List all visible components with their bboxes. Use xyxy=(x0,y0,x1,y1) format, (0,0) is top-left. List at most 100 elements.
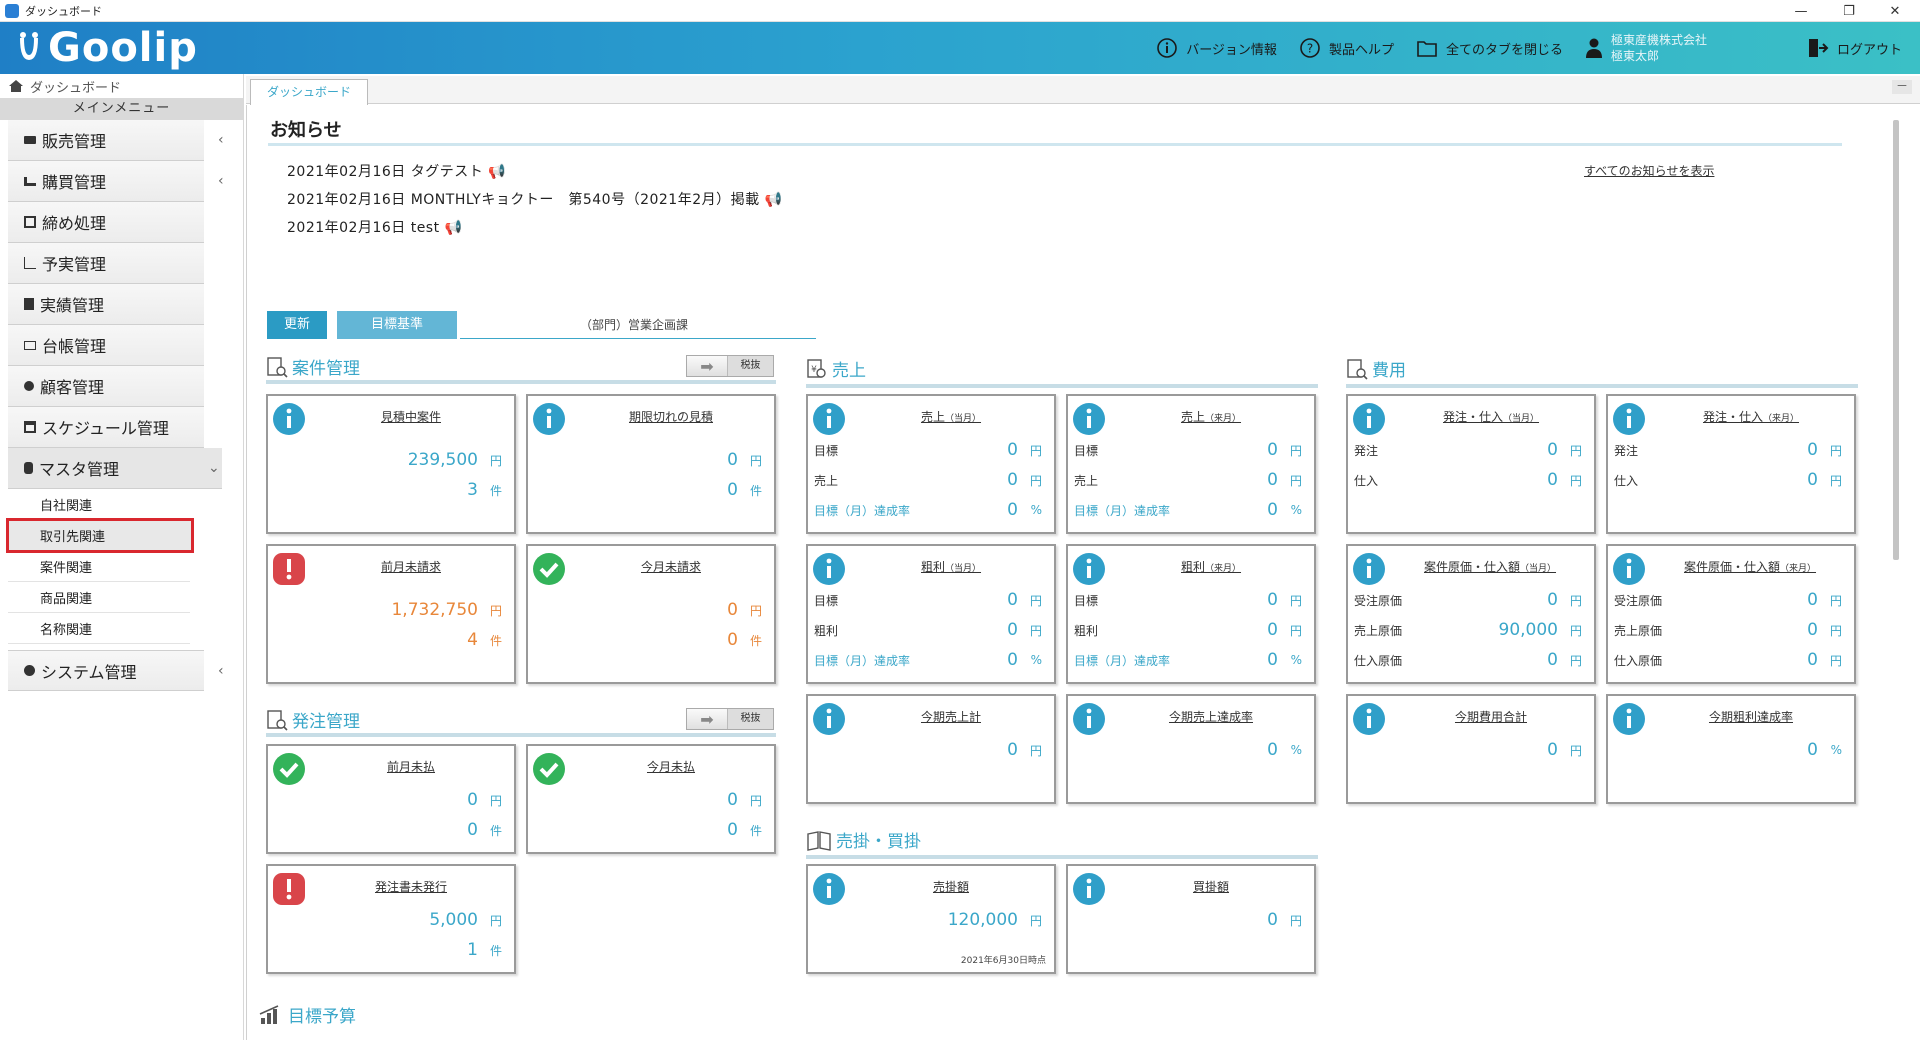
refresh-button[interactable]: 更新 xyxy=(267,311,327,339)
card-period-sales-total[interactable]: 今期売上計 0円 xyxy=(806,694,1056,804)
row-label: 受注原価 xyxy=(1354,593,1403,608)
news-item[interactable]: 2021年02月16日 MONTHLYキョクトー 第540号（2021年2月）掲… xyxy=(287,189,783,209)
card-this-month-unpaid[interactable]: 今月未払 0円 0件 xyxy=(526,744,776,854)
row-label: 発注 xyxy=(1614,443,1639,458)
version-info-button[interactable]: バージョン情報 xyxy=(1156,37,1277,59)
value: 0 xyxy=(1267,470,1278,490)
card-last-month-unbilled[interactable]: 前月未請求 1,732,750 円 4件 xyxy=(266,544,516,684)
card-title[interactable]: 売上（当月） xyxy=(858,408,1044,425)
card-period-sales-achievement[interactable]: 今期売上達成率 0% xyxy=(1066,694,1316,804)
value: 0 xyxy=(1807,650,1818,670)
card-title[interactable]: 今月未払 xyxy=(578,758,764,775)
unit: 円 xyxy=(1569,473,1582,488)
sidebar-subitem-names[interactable]: 名称関連 xyxy=(8,613,190,644)
alert-icon xyxy=(273,553,305,585)
close-window-button[interactable]: ✕ xyxy=(1872,0,1918,22)
card-period-expense-total[interactable]: 今期費用合計 0円 xyxy=(1346,694,1596,804)
product-help-button[interactable]: ? 製品ヘルプ xyxy=(1299,37,1394,59)
card-orders-purchases-next-month[interactable]: 発注・仕入（来月） 発注 0 円 仕入 0 円 xyxy=(1606,394,1856,534)
goolip-logo[interactable]: Goolip xyxy=(14,25,198,71)
sidebar-dashboard-link[interactable]: ダッシュボード xyxy=(0,74,243,98)
product-help-label: 製品ヘルプ xyxy=(1328,42,1394,58)
sidebar-subitem-company[interactable]: 自社関連 xyxy=(8,489,190,520)
card-title[interactable]: 売上（来月） xyxy=(1118,408,1304,425)
card-title[interactable]: 見積中案件 xyxy=(318,408,504,425)
card-title[interactable]: 前月未払 xyxy=(318,758,504,775)
card-title[interactable]: 買掛額 xyxy=(1118,878,1304,895)
card-project-cost-next-month[interactable]: 案件原価・仕入額（来月） 受注原価 0 円 売上原価 0 円 仕入原価 0 円 xyxy=(1606,544,1856,684)
card-title[interactable]: 今期粗利達成率 xyxy=(1658,708,1844,725)
count-value: 3 xyxy=(467,480,478,500)
card-gross-profit-next-month[interactable]: 粗利（来月） 目標 0 円 粗利 0 円 目標（月）達成率 0% xyxy=(1066,544,1316,684)
unit: 件 xyxy=(489,823,502,838)
version-info-label: バージョン情報 xyxy=(1186,42,1277,58)
sidebar-item-master[interactable]: マスタ管理 ⌄ xyxy=(8,448,222,489)
tab-dashboard[interactable]: ダッシュボード xyxy=(250,79,368,105)
vertical-scrollbar[interactable] xyxy=(1892,110,1900,1030)
tax-toggle-projects[interactable]: ➡ 税抜 xyxy=(686,355,774,377)
card-expired-estimates[interactable]: 期限切れの見積 0円 0件 xyxy=(526,394,776,534)
sidebar-item-customers[interactable]: 顧客管理 xyxy=(8,366,204,407)
card-title[interactable]: 発注書未発行 xyxy=(318,878,504,895)
card-project-cost-this-month[interactable]: 案件原価・仕入額（当月） 受注原価 0 円 売上原価 90,000 円 仕入原価 0 円 xyxy=(1346,544,1596,684)
tab-minimize-button[interactable]: － xyxy=(1892,80,1912,94)
card-title[interactable]: 期限切れの見積 xyxy=(578,408,764,425)
unit: 円 xyxy=(1569,623,1582,638)
news-item[interactable]: 2021年02月16日 test 📢 xyxy=(287,217,462,237)
card-title[interactable]: 粗利（来月） xyxy=(1118,558,1304,575)
sidebar-item-ledger[interactable]: 台帳管理 xyxy=(8,325,204,366)
card-title-sub: （来月） xyxy=(1780,564,1817,574)
cart-icon xyxy=(24,176,36,186)
card-title[interactable]: 発注・仕入（当月） xyxy=(1398,408,1584,425)
card-accounts-payable[interactable]: 買掛額 0円 xyxy=(1066,864,1316,974)
minimize-window-button[interactable]: — xyxy=(1778,0,1824,22)
card-this-month-unbilled[interactable]: 今月未請求 0円 0件 xyxy=(526,544,776,684)
card-title[interactable]: 今期費用合計 xyxy=(1398,708,1584,725)
sidebar-subitem-projects[interactable]: 案件関連 xyxy=(8,551,190,582)
unit: 円 xyxy=(749,793,762,808)
department-underline xyxy=(460,338,816,339)
tax-toggle-orders[interactable]: ➡ 税抜 xyxy=(686,708,774,730)
card-title[interactable]: 今期売上達成率 xyxy=(1118,708,1304,725)
sidebar-item-budget-actual[interactable]: 予実管理 xyxy=(8,243,204,284)
card-sales-this-month[interactable]: 売上（当月） 目標 0 円 売上 0 円 目標（月）達成率 0% xyxy=(806,394,1056,534)
card-title[interactable]: 今期売上計 xyxy=(858,708,1044,725)
news-item[interactable]: 2021年02月16日 タグテスト 📢 xyxy=(287,161,506,181)
sidebar-subitem-products[interactable]: 商品関連 xyxy=(8,582,190,613)
card-estimates-in-progress[interactable]: 見積中案件 239,500 円 3件 xyxy=(266,394,516,534)
sidebar-item-system[interactable]: システム管理 ‹ xyxy=(8,650,224,691)
card-title[interactable]: 粗利（当月） xyxy=(858,558,1044,575)
value: 0 xyxy=(1807,470,1818,490)
unit: % xyxy=(1030,653,1042,667)
card-title[interactable]: 売掛額 xyxy=(858,878,1044,895)
card-title[interactable]: 前月未請求 xyxy=(318,558,504,575)
card-last-month-unpaid[interactable]: 前月未払 0円 0件 xyxy=(266,744,516,854)
sidebar-item-schedule[interactable]: スケジュール管理 xyxy=(8,407,204,448)
count-value: 0 xyxy=(467,820,478,840)
close-all-tabs-button[interactable]: 全てのタブを閉じる xyxy=(1416,38,1563,58)
department-label: （部門）営業企画課 xyxy=(580,318,689,332)
logout-button[interactable]: ログアウト xyxy=(1807,37,1902,59)
card-period-gross-profit-achievement[interactable]: 今期粗利達成率 0% xyxy=(1606,694,1856,804)
bar-chart-icon xyxy=(259,1004,279,1024)
scrollbar-thumb[interactable] xyxy=(1893,120,1899,560)
maximize-window-button[interactable]: ❐ xyxy=(1826,0,1872,22)
arrow-right-icon: ➡ xyxy=(700,709,714,729)
card-accounts-receivable[interactable]: 売掛額 120,000 円 2021年6月30日時点 xyxy=(806,864,1056,974)
card-title[interactable]: 案件原価・仕入額（来月） xyxy=(1650,558,1850,575)
sidebar-item-purchasing[interactable]: 購買管理 ‹ xyxy=(8,161,224,202)
sidebar-item-results[interactable]: 実績管理 xyxy=(8,284,204,325)
card-title[interactable]: 案件原価・仕入額（当月） xyxy=(1390,558,1590,575)
card-orders-purchases-this-month[interactable]: 発注・仕入（当月） 発注 0 円 仕入 0 円 xyxy=(1346,394,1596,534)
target-basis-button[interactable]: 目標基準 xyxy=(337,311,457,339)
card-title[interactable]: 発注・仕入（来月） xyxy=(1658,408,1844,425)
card-purchase-order-unissued[interactable]: 発注書未発行 5,000 円 1件 xyxy=(266,864,516,974)
sidebar-item-closing[interactable]: 締め処理 xyxy=(8,202,204,243)
unit: 件 xyxy=(749,633,762,648)
show-all-news-link[interactable]: すべてのお知らせを表示 xyxy=(1584,162,1714,179)
sidebar-subitem-partners[interactable]: 取引先関連 xyxy=(6,518,194,553)
card-title[interactable]: 今月未請求 xyxy=(578,558,764,575)
sidebar-item-sales[interactable]: 販売管理 ‹ xyxy=(8,120,224,161)
card-sales-next-month[interactable]: 売上（来月） 目標 0 円 売上 0 円 目標（月）達成率 0% xyxy=(1066,394,1316,534)
card-gross-profit-this-month[interactable]: 粗利（当月） 目標 0 円 粗利 0 円 目標（月）達成率 0% xyxy=(806,544,1056,684)
